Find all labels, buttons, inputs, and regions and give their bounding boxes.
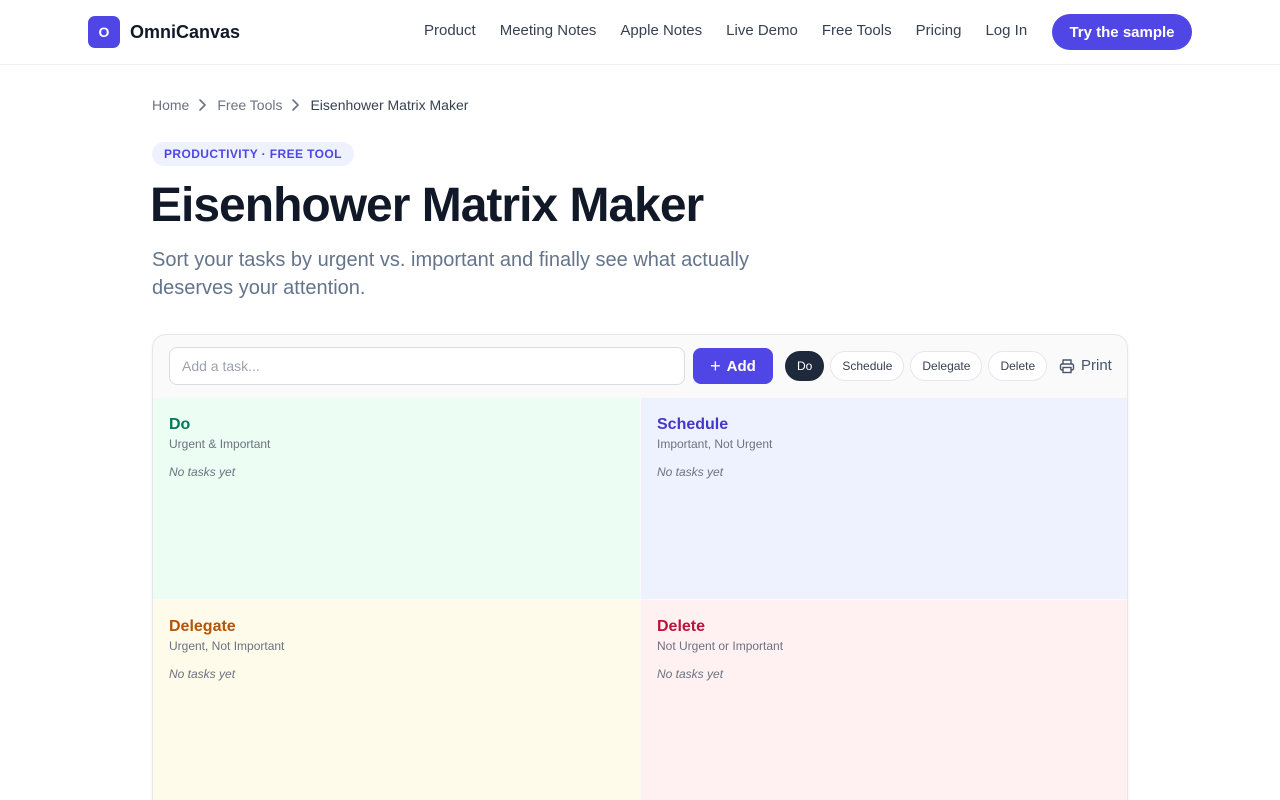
empty-state: No tasks yet: [657, 465, 724, 479]
printer-icon: [1059, 358, 1075, 373]
quadrant-title: Delete: [657, 618, 706, 635]
add-button-label: Add: [726, 357, 756, 375]
nav-pricing[interactable]: Pricing: [916, 22, 962, 39]
nav-login[interactable]: Log In: [985, 22, 1027, 39]
print-button[interactable]: Print: [1059, 357, 1112, 374]
filter-delete[interactable]: Delete: [988, 351, 1048, 381]
brand-name: OmniCanvas: [130, 21, 241, 42]
quadrant-title: Schedule: [657, 416, 729, 433]
site-header: O OmniCanvas Product Meeting Notes Apple…: [0, 0, 1280, 65]
task-input[interactable]: [169, 347, 685, 385]
logo[interactable]: O OmniCanvas: [88, 16, 240, 48]
nav-live-demo[interactable]: Live Demo: [726, 22, 798, 39]
filter-do[interactable]: Do: [785, 351, 825, 381]
filter-schedule[interactable]: Schedule: [830, 351, 905, 381]
try-sample-button[interactable]: Try the sample: [1052, 14, 1192, 50]
nav-free-tools[interactable]: Free Tools: [822, 22, 892, 39]
logo-mark: O: [88, 16, 120, 48]
quadrant-title: Do: [169, 416, 191, 433]
quadrant-subtitle: Important, Not Urgent: [657, 437, 773, 451]
quadrant-title: Delegate: [169, 618, 236, 635]
category-tag: PRODUCTIVITY · FREE TOOL: [152, 142, 354, 166]
quadrant-delegate: Delegate Urgent, Not Important No tasks …: [153, 600, 640, 800]
breadcrumb-free-tools[interactable]: Free Tools: [217, 97, 282, 113]
quadrant-schedule: Schedule Important, Not Urgent No tasks …: [641, 398, 1127, 599]
print-label: Print: [1081, 357, 1112, 374]
plus-icon: +: [710, 356, 721, 376]
breadcrumb-home[interactable]: Home: [152, 97, 189, 113]
chevron-right-icon: [199, 99, 207, 111]
page-subtitle: Sort your tasks by urgent vs. important …: [152, 249, 749, 299]
quadrant-delete: Delete Not Urgent or Important No tasks …: [641, 600, 1127, 800]
nav-meeting-notes[interactable]: Meeting Notes: [500, 22, 597, 39]
quadrant-filters: Do Schedule Delegate Delete: [785, 351, 1053, 381]
filter-delegate[interactable]: Delegate: [910, 351, 983, 381]
quadrant-subtitle: Urgent & Important: [169, 437, 271, 451]
add-task-button[interactable]: + Add: [693, 348, 773, 384]
page-title: Eisenhower Matrix Maker: [150, 179, 704, 232]
empty-state: No tasks yet: [657, 667, 724, 681]
quadrant-do: Do Urgent & Important No tasks yet: [153, 398, 640, 599]
main-nav: Product Meeting Notes Apple Notes Live D…: [412, 22, 1039, 39]
breadcrumb-current: Eisenhower Matrix Maker: [310, 97, 469, 113]
empty-state: No tasks yet: [169, 667, 236, 681]
nav-product[interactable]: Product: [424, 22, 476, 39]
quadrant-subtitle: Not Urgent or Important: [657, 639, 784, 653]
chevron-right-icon: [292, 99, 300, 111]
empty-state: No tasks yet: [169, 465, 236, 479]
nav-apple-notes[interactable]: Apple Notes: [620, 22, 702, 39]
breadcrumb: Home Free Tools Eisenhower Matrix Maker: [152, 97, 468, 113]
matrix-tool: + Add Do Schedule Delegate Delete Print …: [152, 334, 1128, 800]
tool-toolbar: + Add Do Schedule Delegate Delete Print: [153, 335, 1127, 398]
quadrant-subtitle: Urgent, Not Important: [169, 639, 285, 653]
